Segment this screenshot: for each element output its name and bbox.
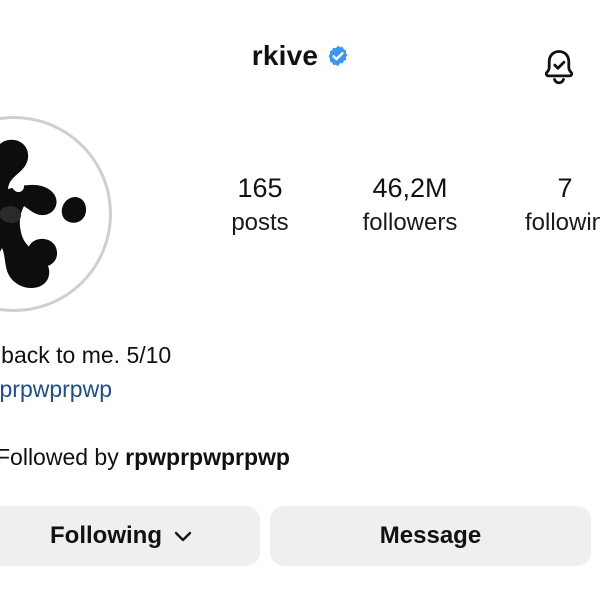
- posts-stat[interactable]: 165 posts: [214, 172, 306, 238]
- followers-stat[interactable]: 46,2M followers: [348, 172, 472, 238]
- verified-badge-icon: [328, 45, 348, 67]
- posts-count: 165: [237, 173, 283, 203]
- followers-count: 46,2M: [372, 173, 448, 203]
- followers-label: followers: [362, 209, 458, 236]
- following-button-label: Following: [50, 522, 162, 549]
- bio-link[interactable]: vprpwprpwp: [0, 374, 112, 404]
- following-count: 7: [557, 173, 573, 203]
- username-group[interactable]: rkive: [252, 40, 350, 72]
- profile-header: rkive: [0, 40, 600, 72]
- posts-label: posts: [231, 209, 289, 236]
- bell-icon[interactable]: [538, 46, 580, 88]
- following-label: followin: [524, 209, 600, 236]
- username[interactable]: rkive: [252, 40, 318, 72]
- message-button[interactable]: Message: [270, 506, 591, 566]
- followed-by-names[interactable]: rpwprpwprpwp: [125, 444, 290, 470]
- message-button-label: Message: [379, 522, 482, 549]
- profile-page: rkive 165 posts 46,2M followers 7 follow…: [0, 0, 600, 600]
- chevron-down-icon: [174, 531, 192, 542]
- followed-by[interactable]: Followed by rpwprpwprpwp: [0, 442, 290, 472]
- following-button[interactable]: Following: [0, 506, 260, 566]
- bio-text: e back to me. 5/10: [0, 342, 172, 368]
- following-stat[interactable]: 7 followin: [505, 172, 600, 238]
- followed-by-prefix: Followed by: [0, 444, 126, 470]
